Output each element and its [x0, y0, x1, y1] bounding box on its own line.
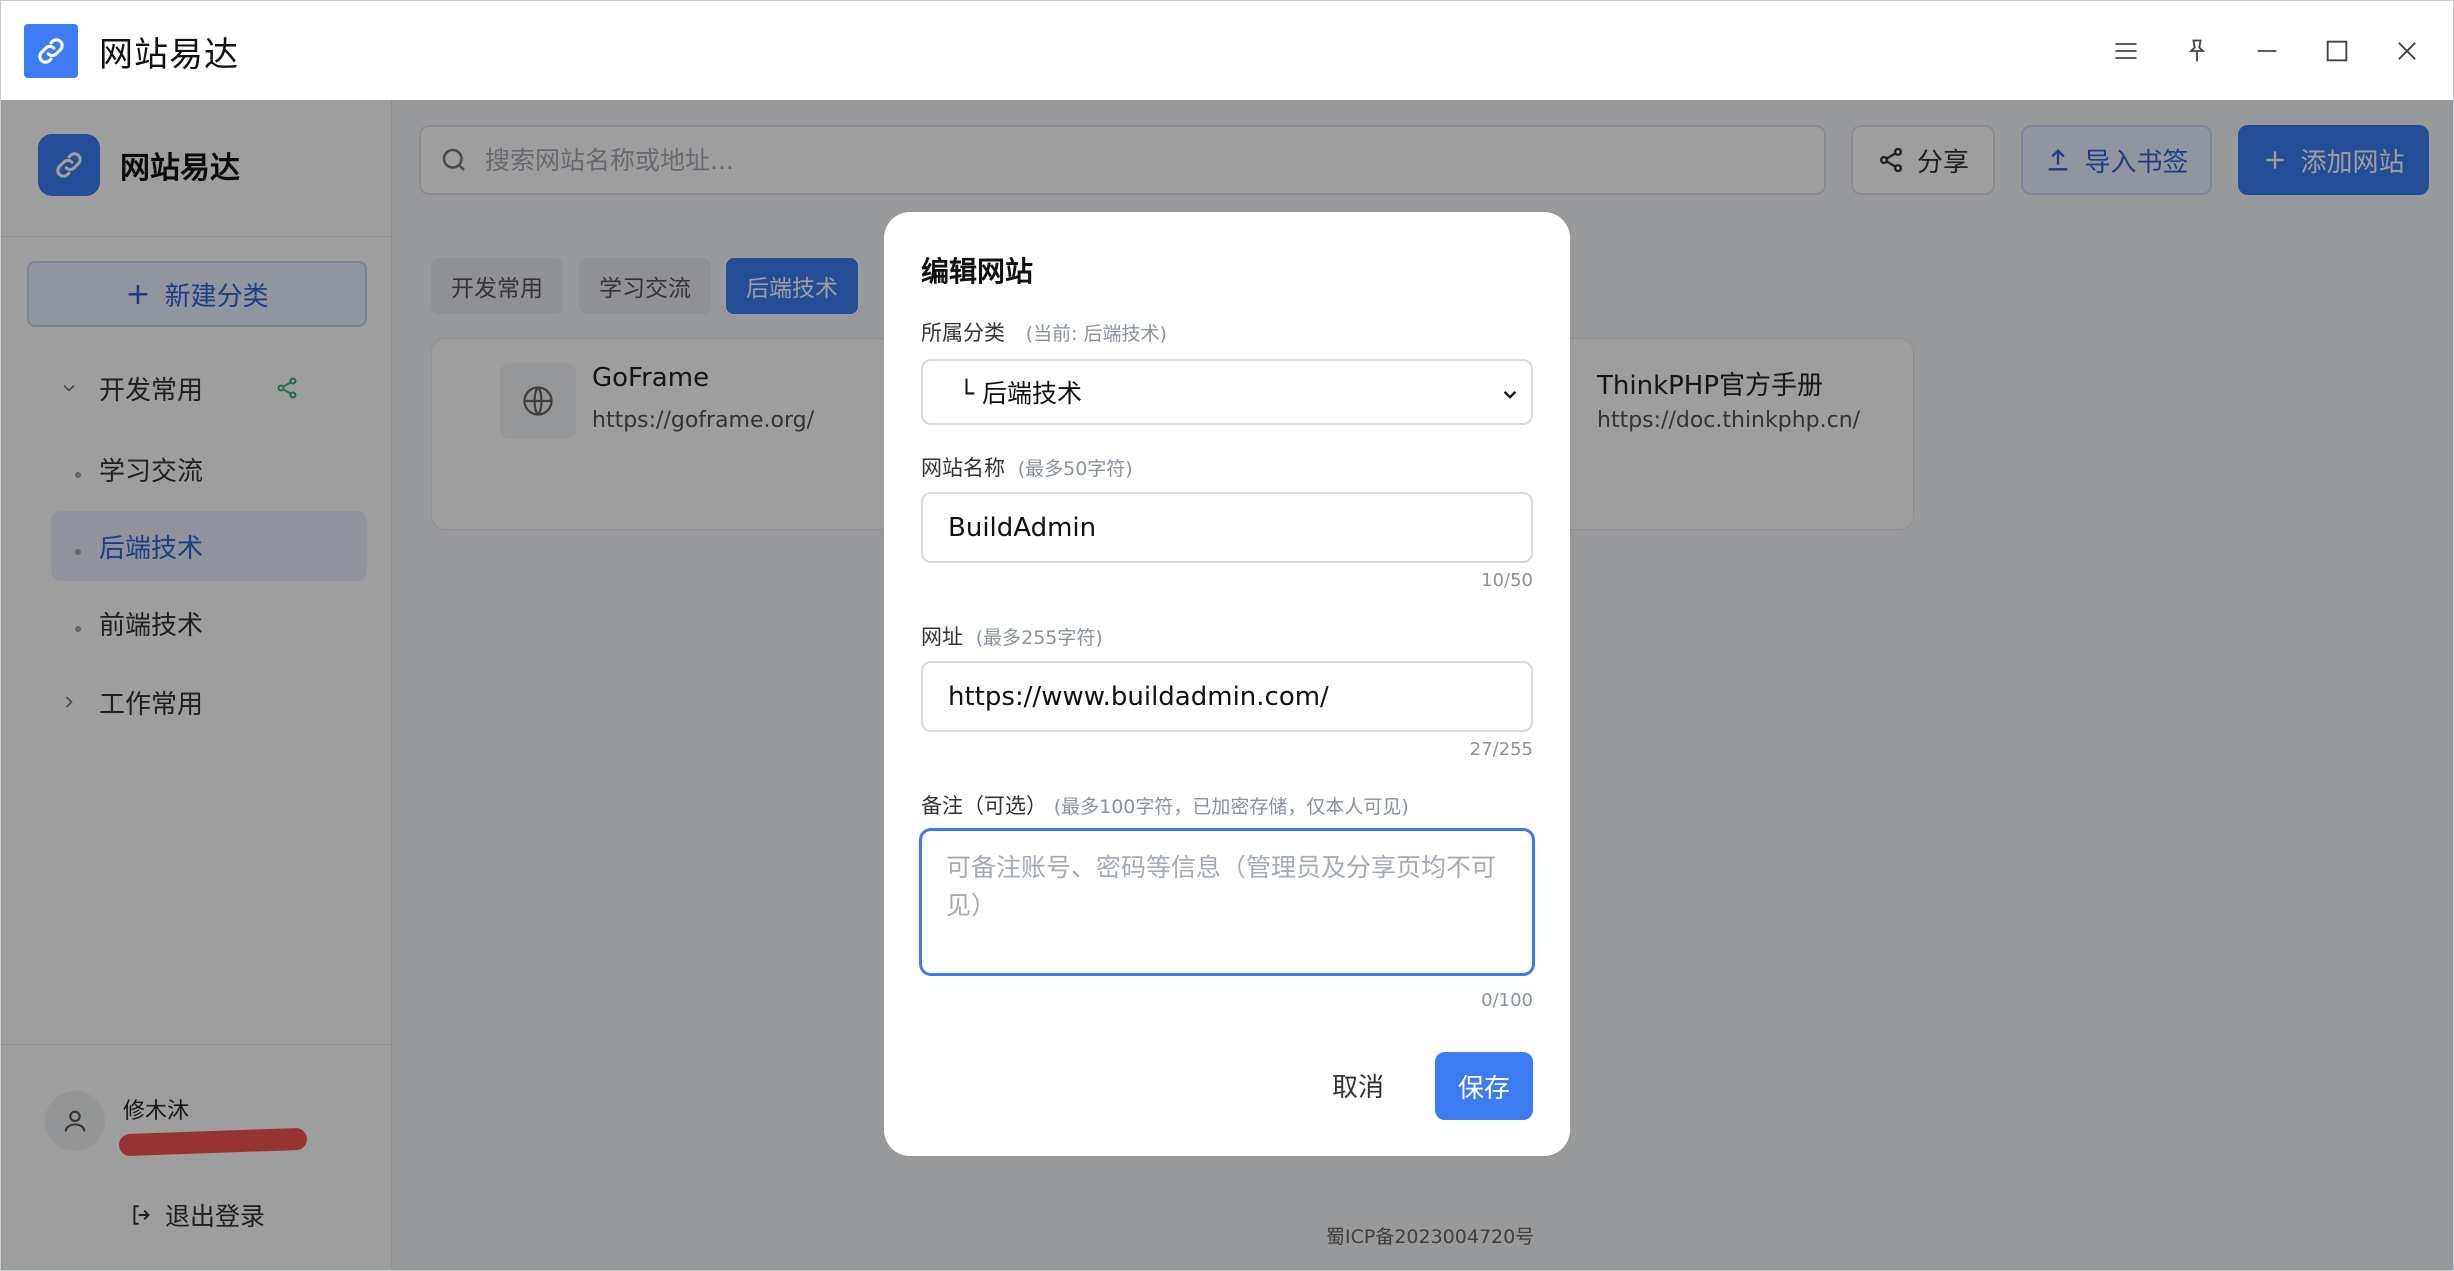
pin-icon[interactable] — [2169, 23, 2225, 79]
label-text: 网站名称 — [921, 456, 1005, 480]
label-hint: (最多255字符) — [975, 627, 1103, 649]
menu-icon[interactable] — [2098, 23, 2154, 79]
input-value: https://www.buildadmin.com/ — [948, 681, 1329, 712]
maximize-icon[interactable] — [2309, 23, 2365, 79]
site-name-input[interactable]: BuildAdmin — [921, 492, 1533, 563]
label-text: 所属分类 — [921, 321, 1005, 345]
window-title: 网站易达 — [99, 35, 239, 75]
select-value: └ 后端技术 — [959, 379, 1082, 408]
name-field-label: 网站名称 (最多50字符) — [921, 452, 1133, 482]
textarea-placeholder: 可备注账号、密码等信息（管理员及分享页均不可见） — [946, 853, 1497, 920]
category-field-label: 所属分类 (当前: 后端技术) — [921, 317, 1167, 347]
name-char-count: 10/50 — [1481, 570, 1533, 591]
url-field-label: 网址 (最多255字符) — [921, 621, 1103, 651]
minimize-icon[interactable] — [2239, 23, 2295, 79]
label-hint: (当前: 后端技术) — [1025, 323, 1167, 345]
label-hint: (最多100字符，已加密存储，仅本人可见) — [1053, 796, 1409, 818]
save-button[interactable]: 保存 — [1435, 1052, 1533, 1120]
site-url-input[interactable]: https://www.buildadmin.com/ — [921, 661, 1533, 732]
cancel-button[interactable]: 取消 — [1316, 1052, 1400, 1118]
label-text: 备注（可选） — [921, 794, 1047, 818]
label-text: 网址 — [921, 625, 963, 649]
note-textarea[interactable]: 可备注账号、密码等信息（管理员及分享页均不可见） — [919, 828, 1535, 976]
app-logo-icon — [24, 24, 78, 78]
category-select[interactable]: └ 后端技术 — [921, 359, 1533, 425]
chevron-down-icon — [1503, 390, 1517, 399]
title-bar: 网站易达 — [1, 1, 2453, 100]
dialog-title: 编辑网站 — [921, 255, 1034, 288]
label-hint: (最多50字符) — [1017, 458, 1133, 480]
app-window: 网站易达 网站易达 + 新建分类 开发常用 学习交流 后端技术 前端技术 工作常… — [0, 0, 2454, 1271]
note-field-label: 备注（可选） (最多100字符，已加密存储，仅本人可见) — [921, 790, 1409, 820]
note-char-count: 0/100 — [1481, 990, 1533, 1011]
edit-website-dialog: 编辑网站 所属分类 (当前: 后端技术) └ 后端技术 网站名称 (最多50字符… — [884, 212, 1570, 1156]
close-icon[interactable] — [2379, 23, 2435, 79]
url-char-count: 27/255 — [1469, 739, 1533, 760]
input-value: BuildAdmin — [948, 512, 1097, 543]
